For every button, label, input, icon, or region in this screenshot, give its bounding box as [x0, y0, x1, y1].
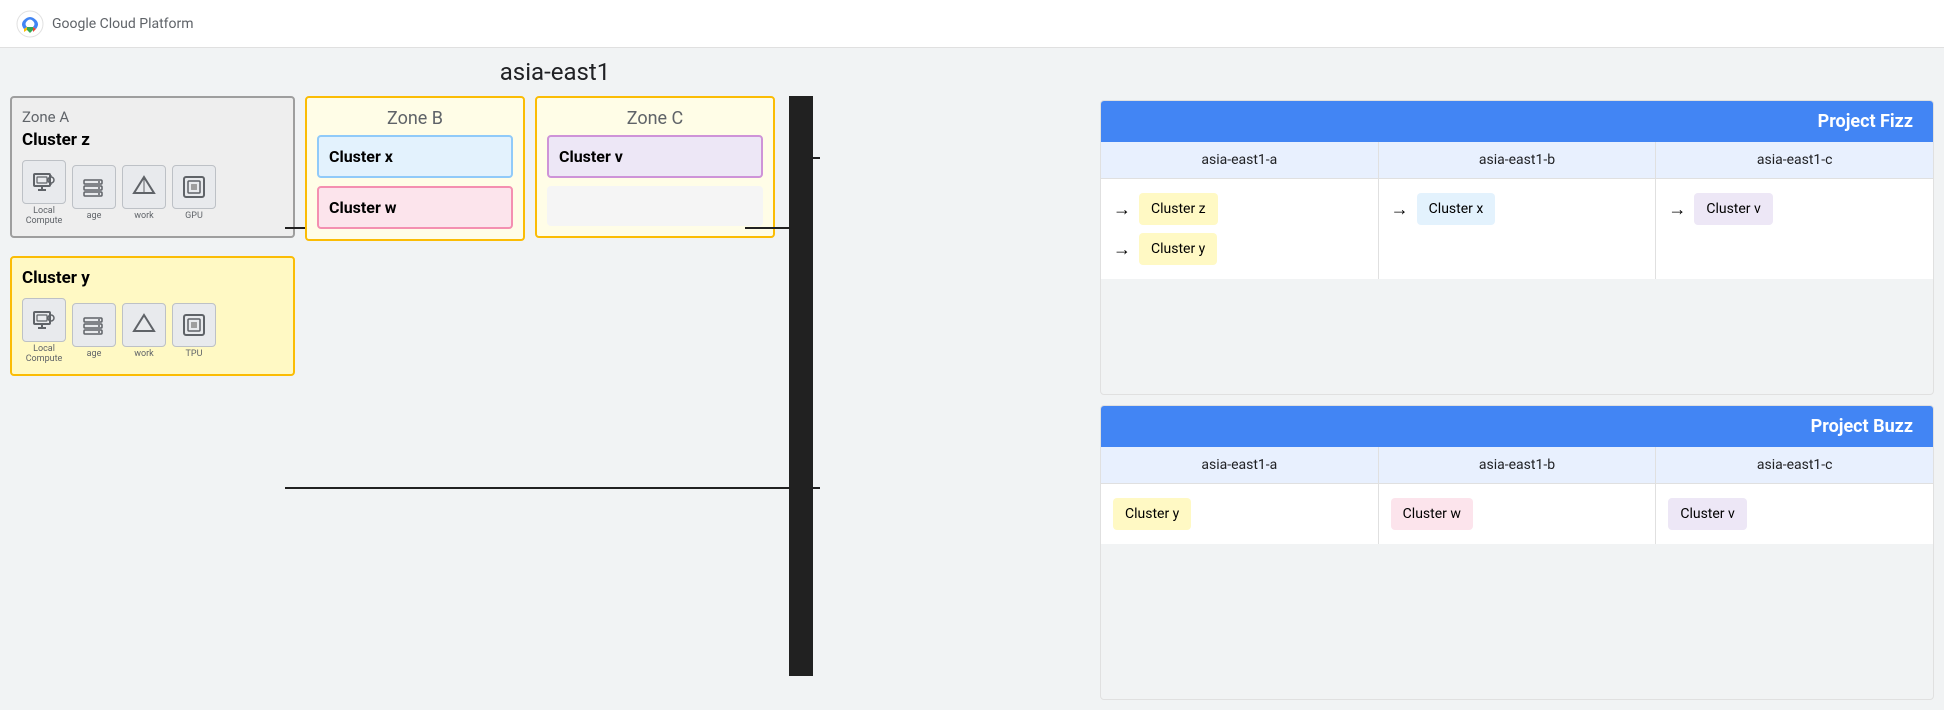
buzz-col-c: asia-east1-c Cluster v [1656, 447, 1933, 544]
fizz-col-c-body: → Cluster v [1656, 179, 1933, 239]
fizz-cluster-v-row: → Cluster v [1668, 193, 1921, 225]
top-bar: Google Cloud Platform [0, 0, 1944, 48]
fizz-col-b: asia-east1-b → Cluster x [1379, 142, 1657, 279]
buzz-col-a-body: Cluster y [1101, 484, 1378, 544]
fizz-col-a-header: asia-east1-a [1101, 142, 1378, 179]
main-content: asia-east1 Zone A Cluster z Lo [0, 48, 1944, 710]
buzz-col-b-header: asia-east1-b [1379, 447, 1656, 484]
fizz-col-b-header: asia-east1-b [1379, 142, 1656, 179]
buzz-cluster-w-tag: Cluster w [1391, 498, 1473, 530]
cluster-x-name: Cluster x [329, 147, 501, 166]
cluster-y-name: Cluster y [22, 268, 283, 288]
tpu-icon-y: TPU [172, 303, 216, 359]
logo-text: Google Cloud Platform [52, 16, 194, 32]
buzz-col-c-header: asia-east1-c [1656, 447, 1933, 484]
right-panel: Project Fizz asia-east1-a → Cluster z → [1100, 48, 1944, 710]
buzz-cluster-y-tag: Cluster y [1113, 498, 1191, 530]
fizz-cluster-z-tag: Cluster z [1139, 193, 1218, 225]
zone-b-label: Zone B [317, 108, 513, 129]
arrow-to-cluster-z: → [1113, 199, 1131, 220]
cluster-w-box: Cluster w [317, 186, 513, 229]
cluster-y-box: Cluster y LocalCompute [10, 256, 295, 376]
fizz-col-b-body: → Cluster x [1379, 179, 1656, 239]
network-icon-z: work [122, 165, 166, 221]
buzz-col-a: asia-east1-a Cluster y [1101, 447, 1379, 544]
project-fizz-header: Project Fizz [1101, 101, 1933, 142]
arrow-to-cluster-y: → [1113, 239, 1131, 260]
arrow-to-cluster-v-fizz: → [1668, 199, 1686, 220]
zone-a: Zone A Cluster z LocalCompute [10, 96, 295, 376]
cluster-w-name: Cluster w [329, 198, 501, 217]
project-fizz-cols: asia-east1-a → Cluster z → Cluster y [1101, 142, 1933, 279]
buzz-col-b-body: Cluster w [1379, 484, 1656, 544]
logo-area: Google Cloud Platform [16, 10, 194, 38]
black-separator [789, 96, 813, 676]
cluster-z-name: Cluster z [22, 130, 283, 150]
zone-b: Zone B Cluster x Cluster w [305, 96, 525, 241]
fizz-cluster-x-tag: Cluster x [1417, 193, 1496, 225]
app-root: Google Cloud Platform asia-east1 Zone A … [0, 0, 1944, 710]
buzz-cluster-v-tag: Cluster v [1668, 498, 1746, 530]
storage-icon-y: age [72, 303, 116, 359]
project-buzz-card: Project Buzz asia-east1-a Cluster y asia… [1100, 405, 1934, 700]
storage-icon-z: age [72, 165, 116, 221]
fizz-cluster-z-row: → Cluster z [1113, 193, 1366, 225]
fizz-col-c-header: asia-east1-c [1656, 142, 1933, 179]
fizz-col-a: asia-east1-a → Cluster z → Cluster y [1101, 142, 1379, 279]
fizz-cluster-v-tag: Cluster v [1694, 193, 1772, 225]
zone-c: Zone C Cluster v [535, 96, 775, 238]
zones-row: Zone A Cluster z LocalCompute [10, 96, 1100, 676]
diagram-area: asia-east1 Zone A Cluster z Lo [0, 48, 1100, 710]
cluster-v-box: Cluster v [547, 135, 763, 178]
network-icon-y: work [122, 303, 166, 359]
cluster-z-box: Zone A Cluster z LocalCompute [10, 96, 295, 238]
buzz-col-a-header: asia-east1-a [1101, 447, 1378, 484]
arrow-to-cluster-x: → [1391, 199, 1409, 220]
zone-c-filler [547, 186, 763, 226]
fizz-cluster-x-row: → Cluster x [1391, 193, 1644, 225]
fizz-cluster-y-row: → Cluster y [1113, 233, 1366, 265]
fizz-col-c: asia-east1-c → Cluster v [1656, 142, 1933, 279]
cluster-z-icons: LocalCompute age [22, 160, 283, 226]
local-compute-icon-y: LocalCompute [22, 298, 66, 364]
local-compute-icon-z: LocalCompute [22, 160, 66, 226]
cluster-x-box: Cluster x [317, 135, 513, 178]
project-buzz-header: Project Buzz [1101, 406, 1933, 447]
buzz-col-b: asia-east1-b Cluster w [1379, 447, 1657, 544]
buzz-col-c-body: Cluster v [1656, 484, 1933, 544]
google-cloud-logo-icon [16, 10, 44, 38]
region-label: asia-east1 [10, 58, 1100, 86]
cluster-v-name: Cluster v [559, 147, 751, 166]
project-buzz-cols: asia-east1-a Cluster y asia-east1-b Clus… [1101, 447, 1933, 544]
gpu-icon-z: GPU [172, 165, 216, 221]
cluster-y-icons: LocalCompute age [22, 298, 283, 364]
zone-a-label: Zone A [22, 108, 283, 126]
fizz-col-a-body: → Cluster z → Cluster y [1101, 179, 1378, 279]
zone-c-label: Zone C [547, 108, 763, 129]
project-fizz-card: Project Fizz asia-east1-a → Cluster z → [1100, 100, 1934, 395]
fizz-cluster-y-tag: Cluster y [1139, 233, 1217, 265]
